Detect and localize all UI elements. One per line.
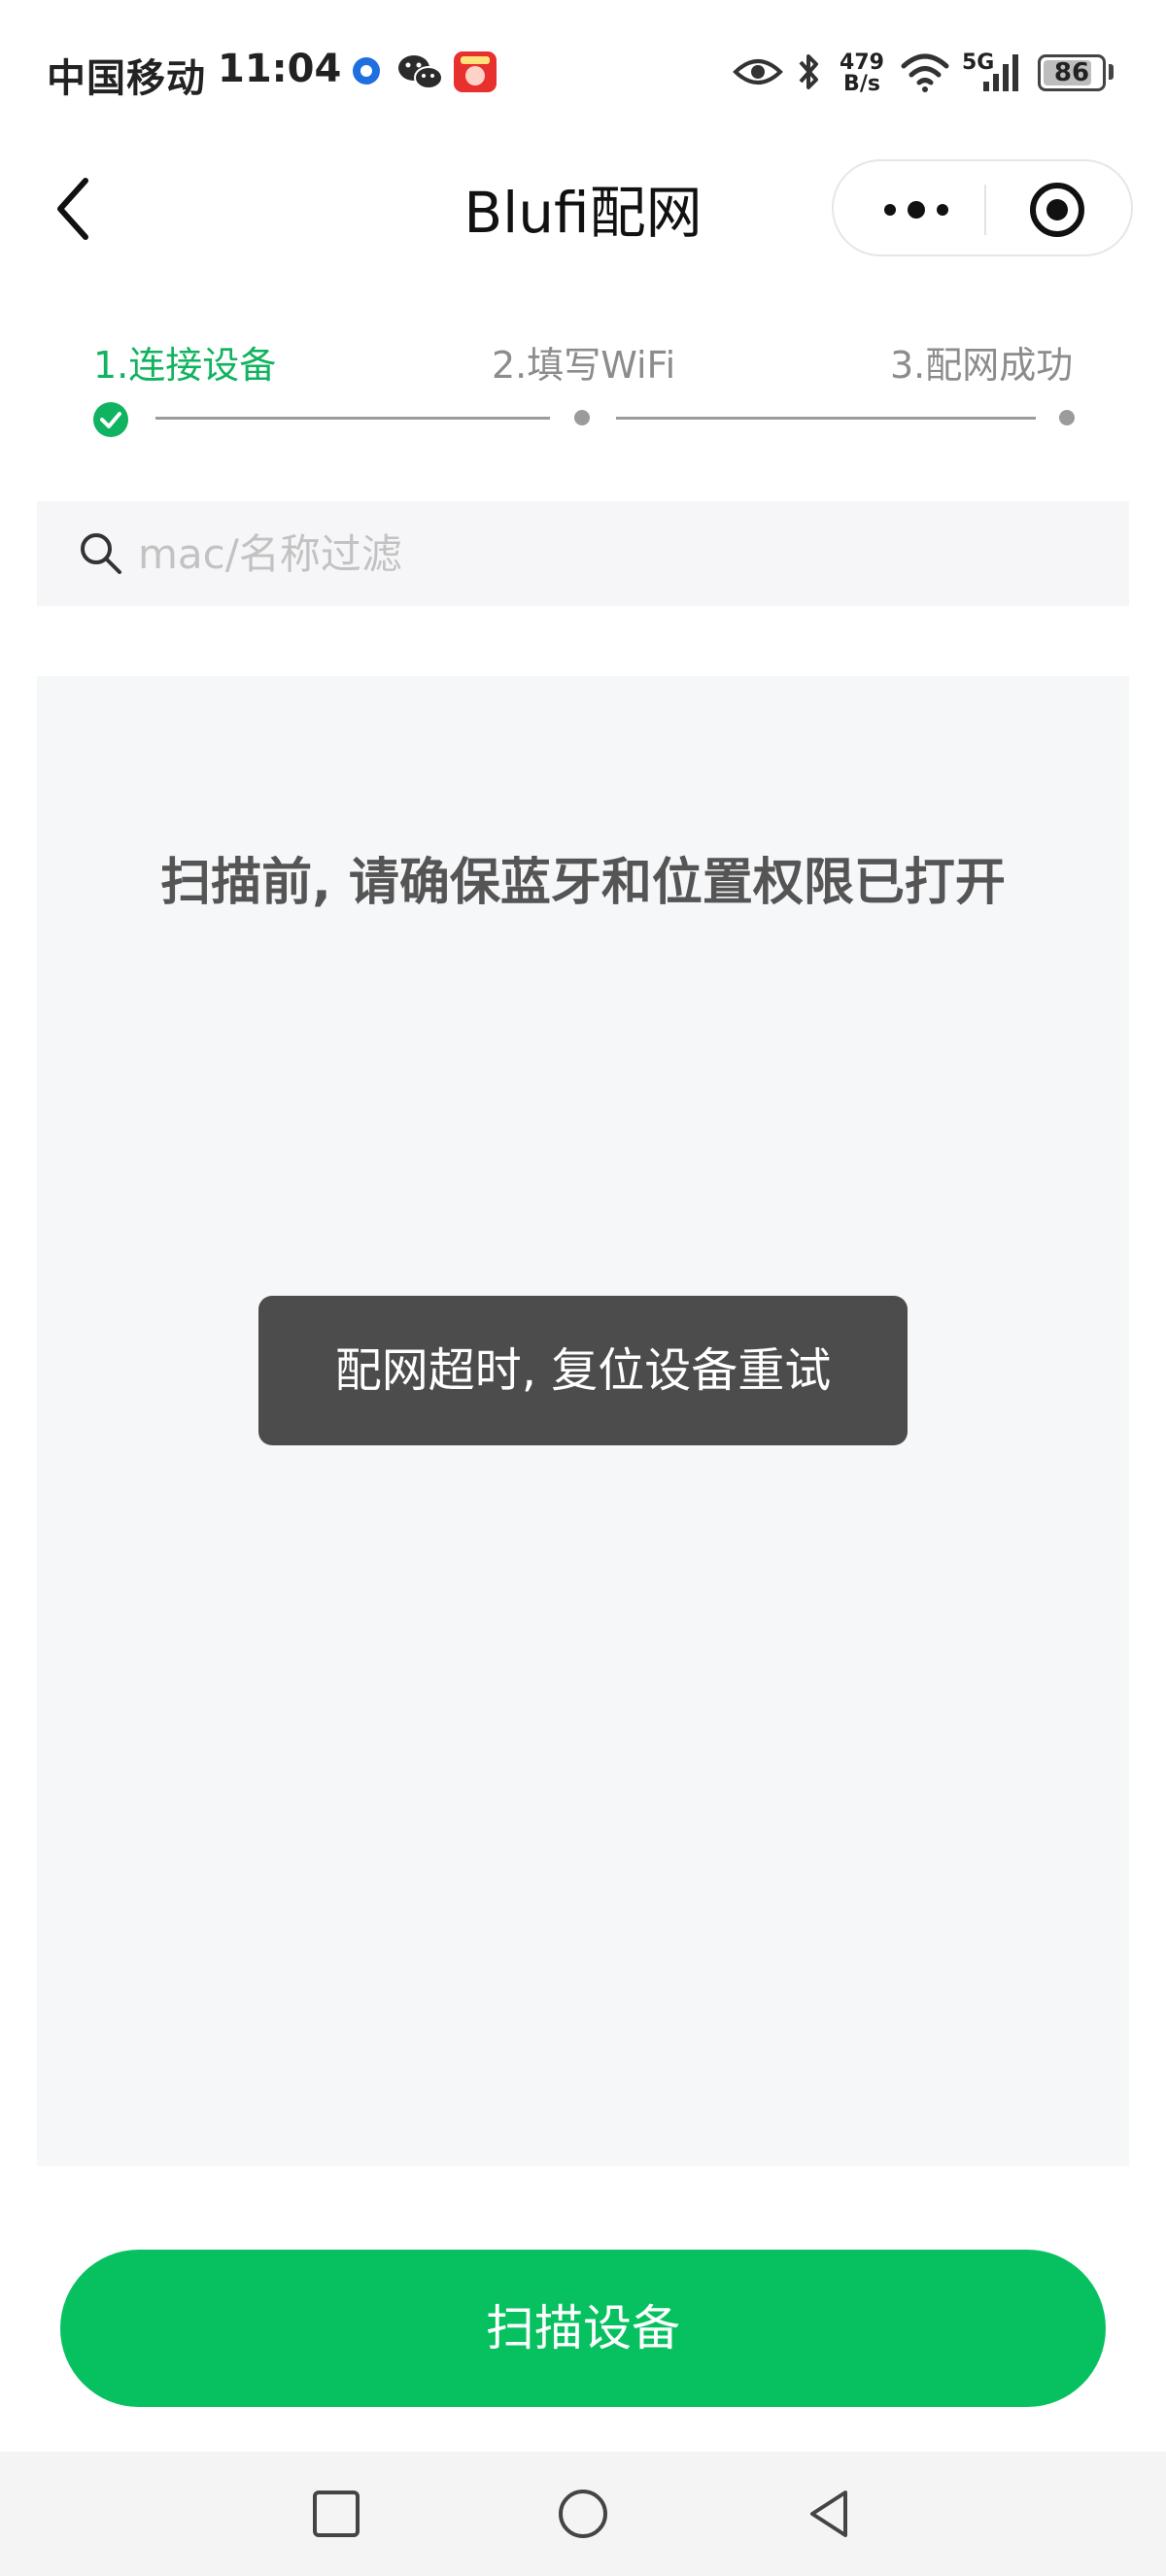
system-navigation-bar: [0, 2452, 1166, 2576]
step-dot-3: [1059, 410, 1075, 425]
search-box[interactable]: [37, 501, 1129, 606]
step-connector-1: [155, 417, 550, 420]
system-back-button[interactable]: [801, 2485, 859, 2543]
step-connect-device: 1.连接设备: [93, 344, 277, 387]
battery-tip: [1109, 64, 1114, 80]
wechat-icon: [398, 55, 443, 89]
battery-level: 86: [1053, 58, 1090, 87]
signal-icon: [983, 54, 1018, 91]
mini-program-capsule: [832, 159, 1133, 256]
clock-time: 11:04: [218, 47, 342, 91]
permission-hint: 扫描前, 请确保蓝牙和位置权限已打开: [160, 854, 1006, 912]
app-badge-icon: [454, 51, 497, 92]
step-dot-2: [574, 410, 590, 425]
app-notify-icon: [353, 57, 380, 85]
more-button[interactable]: [873, 183, 960, 237]
square-icon: [313, 2491, 360, 2537]
scan-devices-button[interactable]: 扫描设备: [60, 2250, 1106, 2407]
close-button[interactable]: [1018, 179, 1096, 241]
wifi-icon: [901, 53, 949, 92]
toast-message: 配网超时, 复位设备重试: [258, 1296, 908, 1445]
capsule-divider: [984, 185, 986, 235]
close-target-icon: [1030, 183, 1084, 237]
network-speed: 479 B/s: [840, 51, 884, 96]
status-bar: 中国移动 11:04 479 B/s 5G 86: [0, 0, 1166, 146]
step-success: 3.配网成功: [890, 344, 1074, 387]
triangle-back-icon: [810, 2491, 847, 2537]
carrier-name: 中国移动: [47, 56, 206, 101]
check-icon: [93, 402, 128, 437]
step-connector-2: [616, 417, 1036, 420]
eye-icon: [733, 59, 783, 85]
bluetooth-icon: [799, 54, 818, 89]
battery-icon: 86: [1038, 54, 1106, 91]
home-button[interactable]: [554, 2485, 612, 2543]
search-icon: [81, 533, 121, 574]
circle-icon: [559, 2490, 607, 2538]
search-input[interactable]: [138, 521, 1090, 587]
more-dots-icon: [884, 201, 948, 219]
step-fill-wifi: 2.填写WiFi: [492, 344, 676, 387]
recent-apps-button[interactable]: [307, 2485, 365, 2543]
